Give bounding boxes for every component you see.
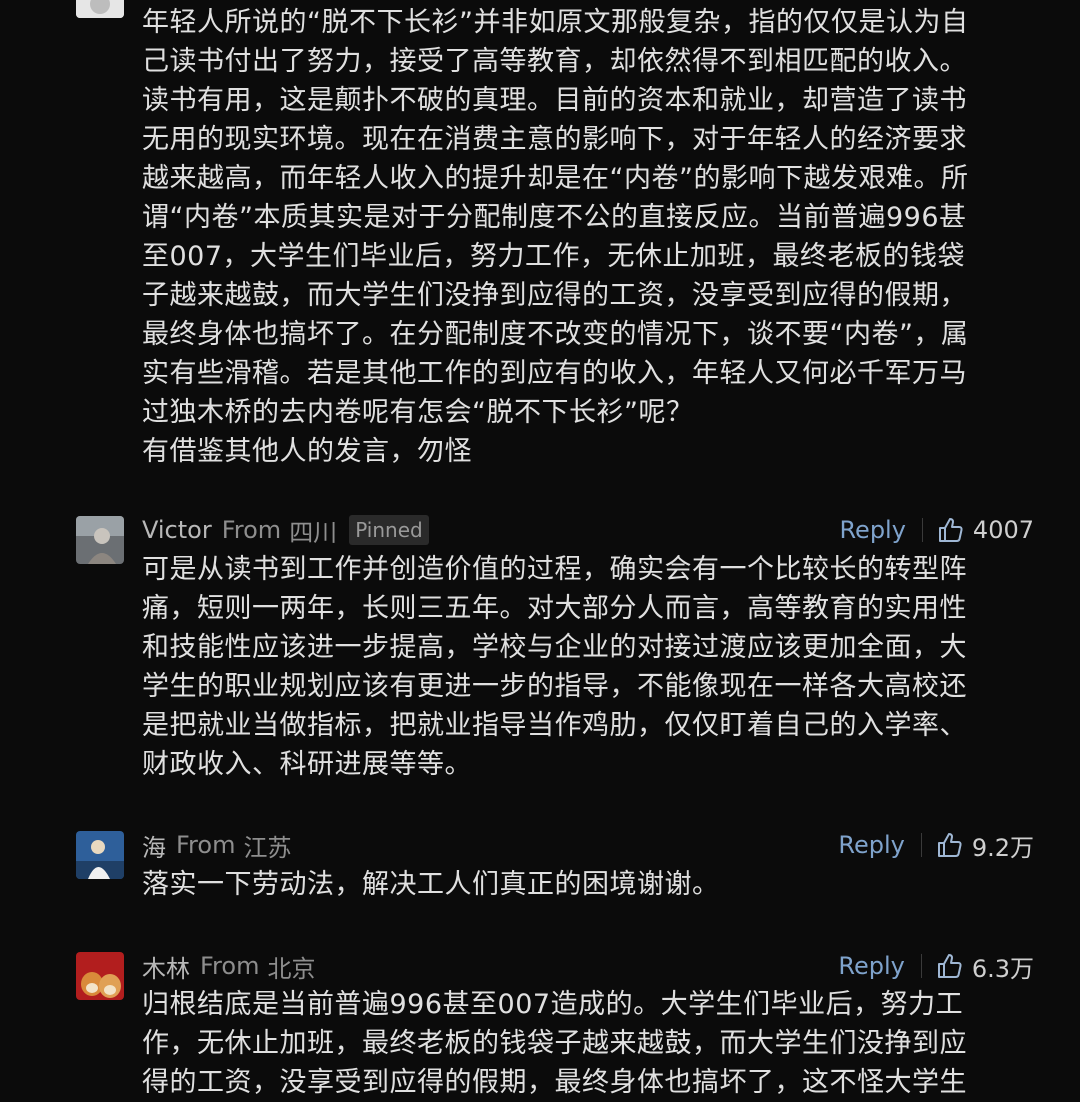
comment-actions: Reply 6.3万 <box>838 950 1034 983</box>
comment-body: 年轻人所说的“脱不下长衫”并非如原文那般复杂，指的仅仅是认为自 己读书付出了努力… <box>142 3 1042 471</box>
comment-meta: Victor From 四川 Pinned <box>142 514 429 547</box>
comment-body-line: 过独木桥的去内卷呢有怎会“脱不下长衫”呢？ <box>142 397 694 428</box>
like-count: 6.3万 <box>971 954 1034 983</box>
comment-body-line: 最终身体也搞坏了。在分配制度不改变的情况下，谈不要“内卷”，属 <box>142 319 969 350</box>
region-label: 北京 <box>267 954 316 983</box>
reply-button[interactable]: Reply <box>838 952 904 980</box>
divider <box>921 518 923 542</box>
reply-button[interactable]: Reply <box>839 516 905 544</box>
thumbs-up-icon[interactable] <box>936 831 964 859</box>
comment-body-line: 越来越高，而年轻人收入的提升却是在“内卷”的影响下越发艰难。所 <box>142 163 969 194</box>
comment-body-line: 实有些滑稽。若是其他工作的到应有的收入，年轻人又何必千军万马 <box>142 358 967 389</box>
user-name[interactable]: 木林 <box>142 949 190 984</box>
comment-body-line: 谓“内卷”本质其实是对于分配制度不公的直接反应。当前普遍996甚 <box>142 202 967 233</box>
from-label: From <box>176 831 236 859</box>
comment-body-line: 是把就业当做指标，把就业指导当作鸡肋，仅仅盯着自己的入学率、 <box>142 710 967 741</box>
from-label: From <box>200 952 260 980</box>
comment-body: 可是从读书到工作并创造价值的过程，确实会有一个比较长的转型阵 痛，短则一两年，长… <box>142 550 1042 784</box>
comment-actions: Reply 4007 <box>839 514 1034 546</box>
thumbs-up-icon[interactable] <box>936 952 964 980</box>
user-name[interactable]: Victor <box>142 516 212 544</box>
comment-body-line: 有借鉴其他人的发言，勿怪 <box>142 436 472 467</box>
comment-body-line: 无用的现实环境。现在在消费主意的影响下，对于年轻人的经济要求 <box>142 124 967 155</box>
comment-body-line: 己读书付出了努力，接受了高等教育，却依然得不到相匹配的收入。 <box>142 46 967 77</box>
comment-meta: 海 From 江苏 <box>142 828 292 863</box>
thumbs-up-icon[interactable] <box>937 516 965 544</box>
comment-body-line: 和技能性应该进一步提高，学校与企业的对接过渡应该更加全面，大 <box>142 632 967 663</box>
comment-body-line: 学生的职业规划应该有更进一步的指导，不能像现在一样各大高校还 <box>142 671 967 702</box>
comment-body-line: 至007，大学生们毕业后，努力工作，无休止加班，最终老板的钱袋 <box>142 241 966 272</box>
avatar[interactable] <box>76 952 124 1000</box>
comment-body: 归根结底是当前普遍996甚至007造成的。大学生们毕业后，努力工 作，无休止加班… <box>142 985 1042 1102</box>
region-label: 江苏 <box>243 833 292 862</box>
region-label: 四川 <box>289 518 338 547</box>
comment-body-line: 落实一下劳动法，解决工人们真正的困境谢谢。 <box>142 869 720 900</box>
comment-body-line: 得的工资，没享受到应得的假期，最终身体也搞坏了，这不怪大学生 <box>142 1067 967 1098</box>
comment-body-line: 可是从读书到工作并创造价值的过程，确实会有一个比较长的转型阵 <box>142 554 967 585</box>
comment-body: 落实一下劳动法，解决工人们真正的困境谢谢。 <box>142 865 1042 904</box>
reply-button[interactable]: Reply <box>838 831 904 859</box>
avatar[interactable] <box>76 831 124 879</box>
comment-body-line: 归根结底是当前普遍996甚至007造成的。大学生们毕业后，努力工 <box>142 989 964 1020</box>
comment-actions: Reply 9.2万 <box>838 829 1034 862</box>
avatar[interactable] <box>76 0 124 18</box>
comment-body-line: 痛，短则一两年，长则三五年。对大部分人而言，高等教育的实用性 <box>142 593 967 624</box>
comment-body-line: 年轻人所说的“脱不下长衫”并非如原文那般复杂，指的仅仅是认为自 <box>142 7 969 38</box>
user-name[interactable]: 海 <box>142 828 166 863</box>
from-label: From <box>221 516 282 544</box>
comment-body-line: 子越来越鼓，而大学生们没挣到应得的工资，没享受到应得的假期， <box>142 280 967 311</box>
divider <box>920 954 922 978</box>
pinned-badge: Pinned <box>349 515 429 545</box>
like-count: 9.2万 <box>971 833 1034 862</box>
comment-body-line: 财政收入、科研进展等等。 <box>142 749 472 780</box>
like-count: 4007 <box>972 516 1034 544</box>
comment-body-line: 作，无休止加班，最终老板的钱袋子越来越鼓，而大学生们没挣到应 <box>142 1028 967 1059</box>
divider <box>920 833 922 857</box>
avatar[interactable] <box>76 516 124 564</box>
comment-meta: 木林 From 北京 <box>142 949 316 984</box>
comment-body-line: 读书有用，这是颠扑不破的真理。目前的资本和就业，却营造了读书 <box>142 85 967 116</box>
